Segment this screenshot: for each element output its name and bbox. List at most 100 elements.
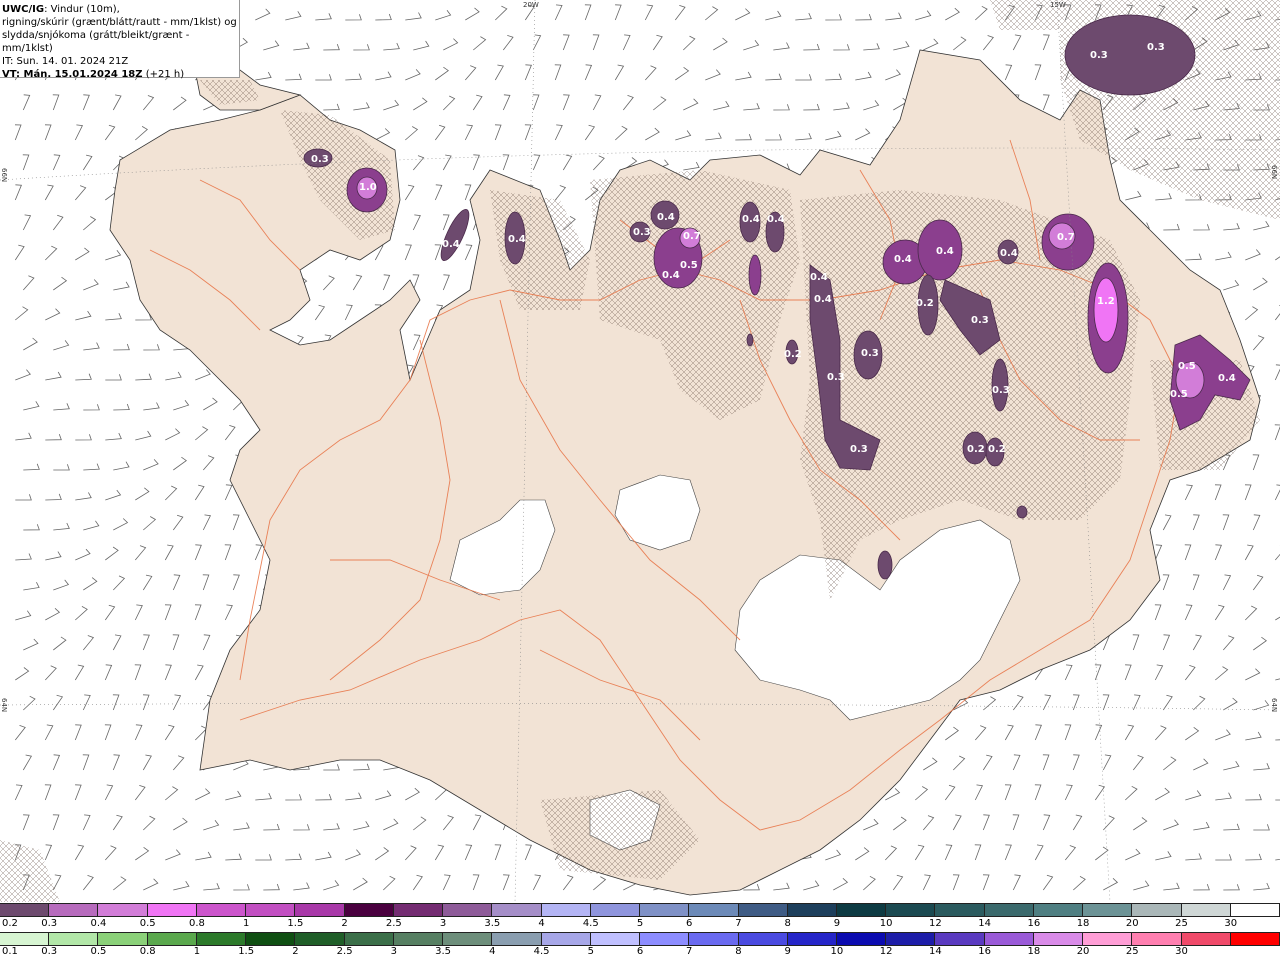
wind-barb <box>1193 695 1206 711</box>
wind-barb <box>75 606 88 621</box>
wind-barb <box>15 369 31 381</box>
wind-barb <box>1245 731 1262 741</box>
wind-barb <box>803 43 820 51</box>
wind-barb <box>82 875 94 891</box>
wind-barb <box>1193 758 1209 771</box>
wind-barb <box>442 274 450 291</box>
wind-barb <box>195 788 211 801</box>
wind-barb <box>1163 882 1180 891</box>
legend-swatch <box>886 932 936 946</box>
wind-barb <box>592 94 602 111</box>
wind-barb <box>14 184 22 201</box>
legend-swatch <box>443 932 493 946</box>
wind-barb <box>1253 700 1270 711</box>
wind-barb <box>143 344 160 351</box>
wind-barb <box>255 71 272 81</box>
wind-barb <box>1154 604 1162 621</box>
wind-barb <box>795 74 812 81</box>
legend-swatch <box>1230 932 1280 946</box>
wind-barb <box>1252 335 1265 351</box>
wind-barb <box>464 65 477 81</box>
legend-label: 30 <box>1224 918 1238 929</box>
valid-time: VT: Mán. 15.01.2024 18Z (+21 h) <box>2 69 185 80</box>
wind-barb <box>1042 814 1051 831</box>
wind-barb <box>675 130 692 141</box>
wind-barb <box>833 44 850 51</box>
wind-barb <box>1245 605 1258 621</box>
wind-barb <box>404 184 415 201</box>
wind-barb <box>82 694 91 711</box>
wind-barb <box>1154 664 1164 681</box>
legend-swatch <box>246 903 296 917</box>
wind-barb <box>1253 824 1270 831</box>
wind-barb <box>173 96 187 111</box>
wind-barb <box>442 874 451 891</box>
wind-barb <box>1012 874 1021 891</box>
wind-barb <box>863 100 880 111</box>
legend-swatch <box>295 903 345 917</box>
wind-barb <box>554 4 563 21</box>
legend-swatch <box>1132 903 1182 917</box>
legend-label: 18 <box>1027 946 1041 957</box>
legend-label: 9 <box>784 946 791 957</box>
wind-barb <box>795 12 812 21</box>
wind-barb <box>82 635 95 651</box>
forecast-title: UWC/IG: Vindur (10m), <box>2 4 120 15</box>
legend-swatch <box>984 903 1034 917</box>
wind-barb <box>622 34 631 51</box>
precip-label: 1.0 <box>359 182 377 193</box>
legend-swatch <box>640 932 690 946</box>
legend-swatch <box>1033 932 1084 946</box>
precip-label: 0.2 <box>784 349 802 360</box>
legend-label: 5 <box>636 918 644 929</box>
wind-barb <box>825 73 842 81</box>
wind-barb <box>134 545 147 561</box>
wind-barb <box>863 818 879 831</box>
wind-barb <box>1222 574 1232 591</box>
wind-barb <box>855 128 871 141</box>
legend-swatch <box>590 903 641 917</box>
legend-label: 0.4 <box>90 918 107 929</box>
wind-barb <box>554 124 563 141</box>
wind-barb <box>524 844 532 861</box>
wind-barb <box>15 610 32 621</box>
precip-label: 0.2 <box>967 444 985 455</box>
wind-barb <box>914 844 925 861</box>
precip-label: 0.3 <box>1090 50 1108 61</box>
forecast-map[interactable]: 0.3 0.3 0.3 1.0 0.4 0.4 0.3 0.4 0.7 0.5 … <box>0 0 1280 902</box>
wind-barb <box>83 342 100 351</box>
wind-barb <box>434 124 446 141</box>
wind-barb <box>83 279 99 291</box>
legend-swatch <box>935 932 985 946</box>
wind-barb <box>443 38 459 51</box>
precip-label: 0.4 <box>894 254 912 265</box>
wind-barb <box>1132 755 1144 771</box>
wind-barb <box>735 133 752 141</box>
wind-barb <box>1125 848 1141 861</box>
wind-barb <box>863 875 876 891</box>
wind-barb <box>375 790 392 801</box>
wind-barb <box>104 604 116 621</box>
wind-barb <box>45 308 61 321</box>
legend-label: 16 <box>978 946 991 957</box>
legend-label: 5 <box>587 946 594 957</box>
wind-barb <box>134 604 143 621</box>
precip-label: 1.2 <box>1097 296 1115 307</box>
wind-barb <box>344 304 353 321</box>
precip-label: 0.2 <box>988 444 1006 455</box>
lat-label-64n-left: 64N <box>0 698 8 713</box>
wind-barb <box>203 820 220 831</box>
wind-barb <box>113 575 126 591</box>
wind-barb <box>1094 724 1103 741</box>
precip-label: 0.3 <box>861 348 879 359</box>
precip-label: 0.4 <box>767 214 785 225</box>
legend-label: 12 <box>929 918 942 929</box>
wind-barb <box>1133 880 1150 891</box>
wind-barb <box>22 154 30 171</box>
legend-label: 9 <box>833 918 841 929</box>
wind-barb <box>1133 817 1148 831</box>
wind-barb <box>44 184 54 201</box>
wind-barb <box>524 124 532 141</box>
wind-barb <box>1095 846 1109 861</box>
wind-barb <box>225 853 242 861</box>
